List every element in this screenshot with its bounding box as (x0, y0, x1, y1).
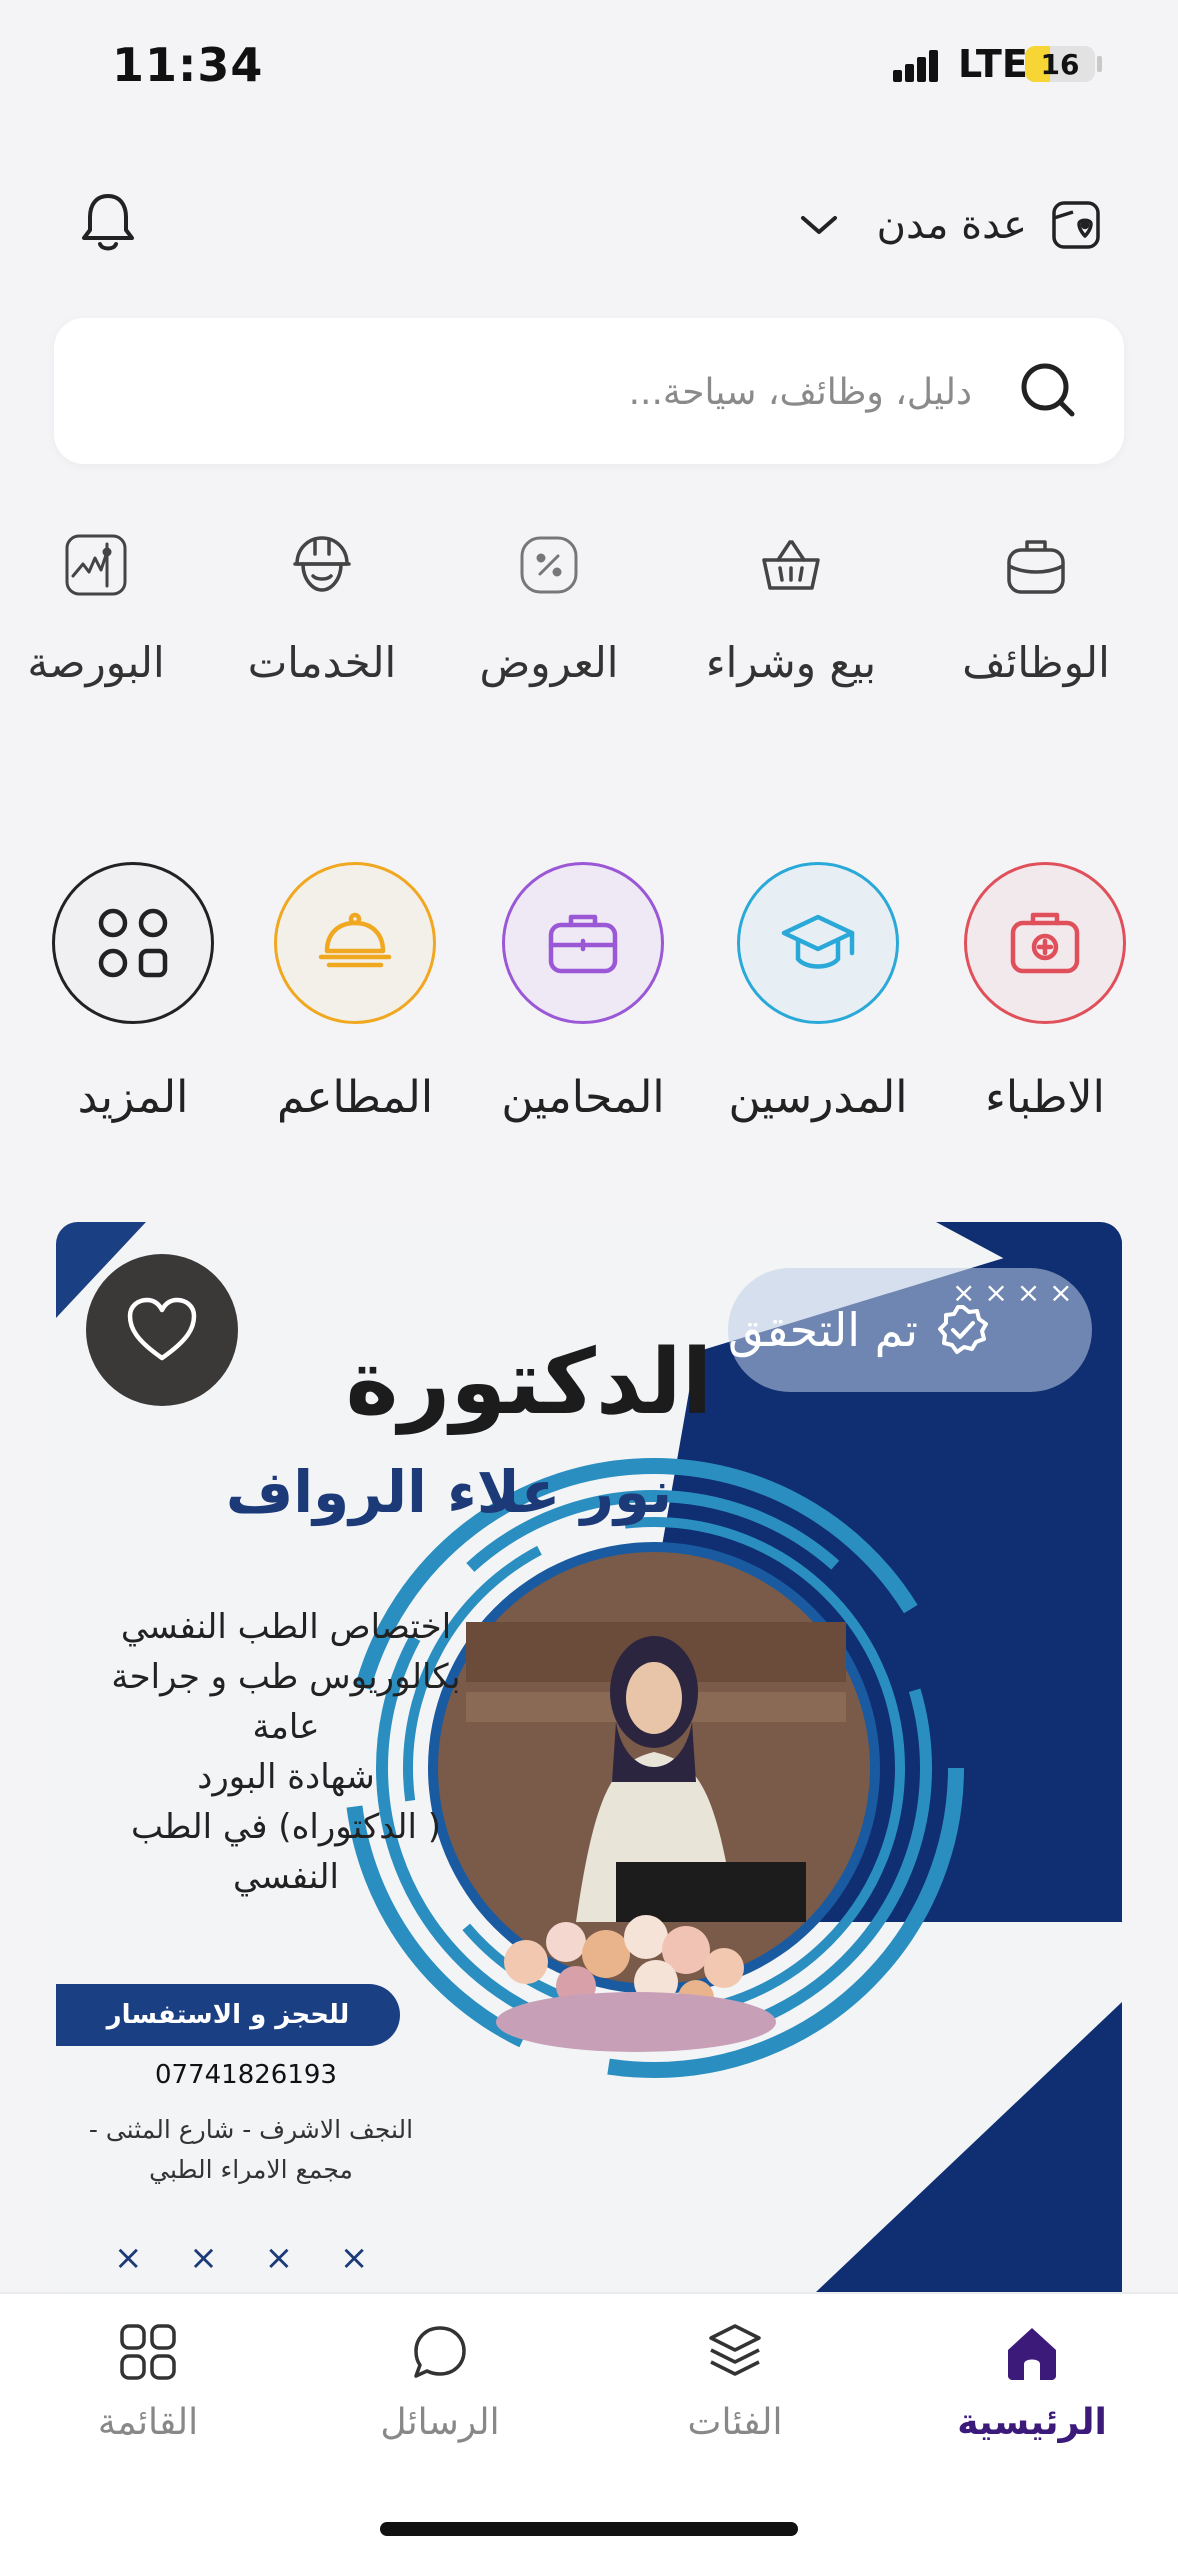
nav-label: الرئيسية (957, 2402, 1107, 2443)
category-label: الوظائف (962, 638, 1110, 687)
chat-bubble-icon (414, 2326, 466, 2378)
description-line: شهادة البورد (197, 1757, 375, 1797)
status-time: 11:34 (112, 38, 264, 92)
description-line: ( الدكتوراه) في الطب (131, 1807, 441, 1847)
briefcase-icon (548, 914, 618, 974)
map-location-icon (1052, 201, 1100, 249)
network-type: LTE (958, 42, 1028, 86)
heart-icon (127, 1297, 197, 1361)
category-label: العروض (479, 638, 619, 687)
address-line: النجف الاشرف - شارع المثنى - (88, 2115, 414, 2144)
profession-circle (502, 862, 664, 1024)
category-buy-sell[interactable]: بيع وشراء (681, 530, 901, 687)
favorite-button[interactable] (86, 1254, 238, 1406)
first-aid-kit-icon (1010, 912, 1080, 974)
profession-label: المزيد (77, 1072, 189, 1123)
battery-icon: 16 (1025, 46, 1095, 82)
home-icon (1008, 2328, 1056, 2380)
percent-tag-icon (520, 536, 578, 594)
nav-label: الرسائل (380, 2402, 500, 2443)
graduation-cap-icon (781, 914, 855, 969)
profession-label: المدرسين (728, 1072, 908, 1123)
address: النجف الاشرف - شارع المثنى - مجمع الامرا… (86, 2110, 416, 2190)
profession-doctors[interactable]: الاطباء (940, 862, 1150, 1123)
category-stock-exchange[interactable]: البورصة (0, 530, 206, 687)
decorative-marks: × × × × (114, 2238, 387, 2278)
worker-helmet-icon (293, 536, 351, 592)
category-label: البورصة (27, 638, 165, 687)
category-services[interactable]: الخدمات (212, 530, 432, 687)
profession-more[interactable]: المزيد (28, 862, 238, 1123)
description-line: اختصاص الطب النفسي (120, 1607, 452, 1647)
city-label: عدة مدن (876, 202, 1027, 248)
grid-more-icon (98, 908, 168, 978)
description-line: النفسي (233, 1857, 339, 1897)
category-label: الخدمات (247, 638, 397, 687)
search-icon[interactable] (1016, 358, 1080, 422)
description-line: عامة (252, 1707, 320, 1747)
search-input[interactable] (94, 358, 974, 426)
food-cloche-icon (318, 912, 392, 968)
briefcase-icon (1007, 540, 1065, 594)
description-line: بكالوريوس طب و جراحة (111, 1657, 461, 1697)
battery-level: 16 (1040, 48, 1080, 81)
profession-circle (274, 862, 436, 1024)
nav-messages[interactable]: الرسائل (320, 2320, 560, 2443)
profession-circle (964, 862, 1126, 1024)
banner-close-marks[interactable]: × × × × (952, 1276, 1073, 1309)
signal-icon (893, 48, 949, 82)
bell-icon[interactable] (78, 190, 138, 256)
nav-categories[interactable]: الفئات (615, 2320, 855, 2443)
profession-label: المحامين (501, 1072, 665, 1123)
chevron-down-icon (800, 216, 837, 234)
category-label: بيع وشراء (705, 638, 877, 687)
profession-circle (52, 862, 214, 1024)
battery-nub (1097, 56, 1102, 72)
category-jobs[interactable]: الوظائف (926, 530, 1146, 687)
banner-description: اختصاص الطب النفسي بكالوريوس طب و جراحة … (76, 1602, 496, 1902)
city-selector[interactable]: عدة مدن (799, 195, 1103, 255)
address-line: مجمع الامراء الطبي (149, 2155, 353, 2184)
search-bar[interactable] (54, 318, 1124, 464)
verified-label: تم التحقق (728, 1303, 919, 1357)
phone-number: 07741826193 (155, 2060, 337, 2090)
nav-home[interactable]: الرئيسية (912, 2320, 1152, 2443)
profession-lawyers[interactable]: المحامين (478, 862, 688, 1123)
layers-icon (709, 2324, 761, 2376)
verified-check-icon (938, 1305, 989, 1354)
profession-label: المطاعم (276, 1072, 434, 1123)
home-indicator (380, 2522, 798, 2536)
status-bar: 11:34 LTE 16 (0, 0, 1178, 130)
basket-icon (762, 540, 820, 590)
nav-label: الفئات (687, 2402, 783, 2443)
profession-teachers[interactable]: المدرسين (713, 862, 923, 1123)
booking-label: للحجز و الاستفسار (56, 1984, 400, 2046)
profession-circle (737, 862, 899, 1024)
nav-menu[interactable]: القائمة (28, 2320, 268, 2443)
profession-label: الاطباء (985, 1072, 1105, 1123)
category-offers[interactable]: العروض (439, 530, 659, 687)
menu-grid-icon (120, 2324, 176, 2380)
profession-restaurants[interactable]: المطاعم (250, 862, 460, 1123)
banner-name: نور علاء الرواف (225, 1458, 673, 1526)
nav-label: القائمة (97, 2402, 199, 2443)
stock-chart-icon (65, 534, 127, 596)
